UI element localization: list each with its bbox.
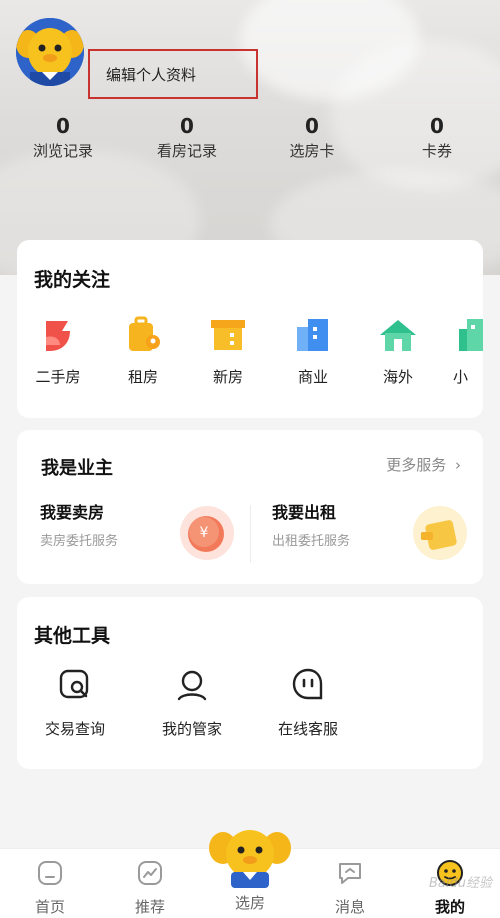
sell-house-entry[interactable]: 我要卖房 卖房委托服务	[40, 502, 118, 551]
more-services-link[interactable]: 更多服务 ›	[386, 454, 461, 475]
stat-viewing-history[interactable]: 0 看房记录	[137, 113, 237, 163]
stats-row: 0 浏览记录 0 看房记录 0 选房卡 0 卡券	[0, 113, 500, 173]
tab-messages[interactable]: 消息	[310, 859, 390, 917]
mascot-icon[interactable]	[209, 826, 291, 888]
tool-label: 交易查询	[44, 720, 105, 738]
rental-suitcase-icon	[129, 316, 160, 351]
butler-person-icon	[177, 670, 207, 701]
stat-value: 0	[180, 114, 194, 138]
tools-card: 其他工具 交易查询 我的管家 在线客服	[17, 597, 483, 769]
owner-title: 我是业主	[41, 458, 113, 479]
transaction-search-icon	[59, 669, 89, 699]
owner-divider	[250, 505, 251, 563]
rent-out-title: 我要出租	[272, 503, 337, 522]
favorite-label: 海外	[382, 368, 413, 386]
stat-label: 选房卡	[289, 142, 335, 160]
owner-card: 我是业主 更多服务 › 我要卖房 卖房委托服务 ¥ 我要出租 出租委托服务	[17, 430, 483, 584]
tool-label: 我的管家	[161, 720, 222, 738]
tab-label: 消息	[334, 898, 365, 916]
favorite-label: 租房	[127, 368, 158, 386]
watermark-text: Baidu经验	[429, 876, 492, 891]
stat-label: 看房记录	[156, 142, 217, 160]
svg-text:¥: ¥	[200, 525, 209, 541]
chevron-right-icon: ›	[455, 456, 461, 474]
tab-label: 推荐	[134, 898, 165, 916]
message-icon	[339, 863, 361, 884]
stat-value: 0	[305, 114, 319, 138]
stat-house-card[interactable]: 0 选房卡	[262, 113, 362, 163]
tool-transaction-query[interactable]: 交易查询	[30, 667, 120, 739]
tab-label: 首页	[34, 898, 65, 916]
favorite-item-overseas[interactable]: 海外	[363, 315, 433, 387]
more-services-label: 更多服务	[386, 456, 447, 474]
favorite-label: 新房	[212, 368, 243, 386]
edit-profile-label: 编辑个人资料	[106, 65, 197, 84]
favorites-title: 我的关注	[34, 269, 111, 291]
tab-label: 选房	[234, 894, 265, 912]
sell-house-title: 我要卖房	[40, 503, 105, 522]
home-icon	[38, 861, 62, 885]
favorite-item-commercial[interactable]: 商业	[278, 315, 348, 387]
stat-coupons[interactable]: 0 卡券	[387, 113, 487, 163]
rent-out-subtitle: 出租委托服务	[272, 534, 351, 549]
overseas-house-icon	[380, 320, 416, 351]
second-hand-house-icon	[46, 321, 70, 351]
commercial-building-icon	[297, 319, 328, 351]
favorite-item-small[interactable]: 小	[443, 315, 483, 387]
stat-value: 0	[56, 114, 70, 138]
rent-key-icon	[413, 506, 467, 560]
new-house-box-icon	[211, 320, 245, 350]
recommend-trend-icon	[138, 861, 162, 885]
favorite-item-second-hand[interactable]: 二手房	[23, 315, 93, 387]
tool-online-service[interactable]: 在线客服	[263, 667, 353, 739]
edit-profile-button[interactable]: 编辑个人资料	[88, 49, 258, 99]
stat-value: 0	[430, 114, 444, 138]
favorite-item-rental[interactable]: 租房	[108, 315, 178, 387]
tool-my-butler[interactable]: 我的管家	[147, 667, 237, 739]
stat-browse-history[interactable]: 0 浏览记录	[13, 113, 113, 163]
favorite-label: 商业	[297, 368, 328, 386]
tab-recommend[interactable]: 推荐	[110, 859, 190, 917]
stat-label: 浏览记录	[32, 142, 93, 160]
sell-house-subtitle: 卖房委托服务	[40, 534, 119, 549]
chat-service-icon	[292, 668, 323, 700]
tool-label: 在线客服	[277, 720, 338, 738]
stat-label: 卡券	[421, 142, 452, 160]
tools-title: 其他工具	[34, 625, 111, 647]
favorite-label: 二手房	[35, 368, 81, 386]
avatar[interactable]	[16, 18, 84, 86]
tab-home[interactable]: 首页	[10, 859, 90, 917]
rent-out-entry[interactable]: 我要出租 出租委托服务	[272, 502, 350, 551]
sell-coin-icon: ¥	[180, 506, 234, 560]
tab-label: 我的	[434, 898, 465, 916]
favorite-label: 小	[453, 368, 469, 386]
small-building-icon	[459, 319, 483, 351]
favorites-card: 我的关注 二手房 租房 新房 商业 海外 小	[17, 240, 483, 418]
mascot-avatar-icon	[16, 18, 84, 86]
favorite-item-new-house[interactable]: 新房	[193, 315, 263, 387]
